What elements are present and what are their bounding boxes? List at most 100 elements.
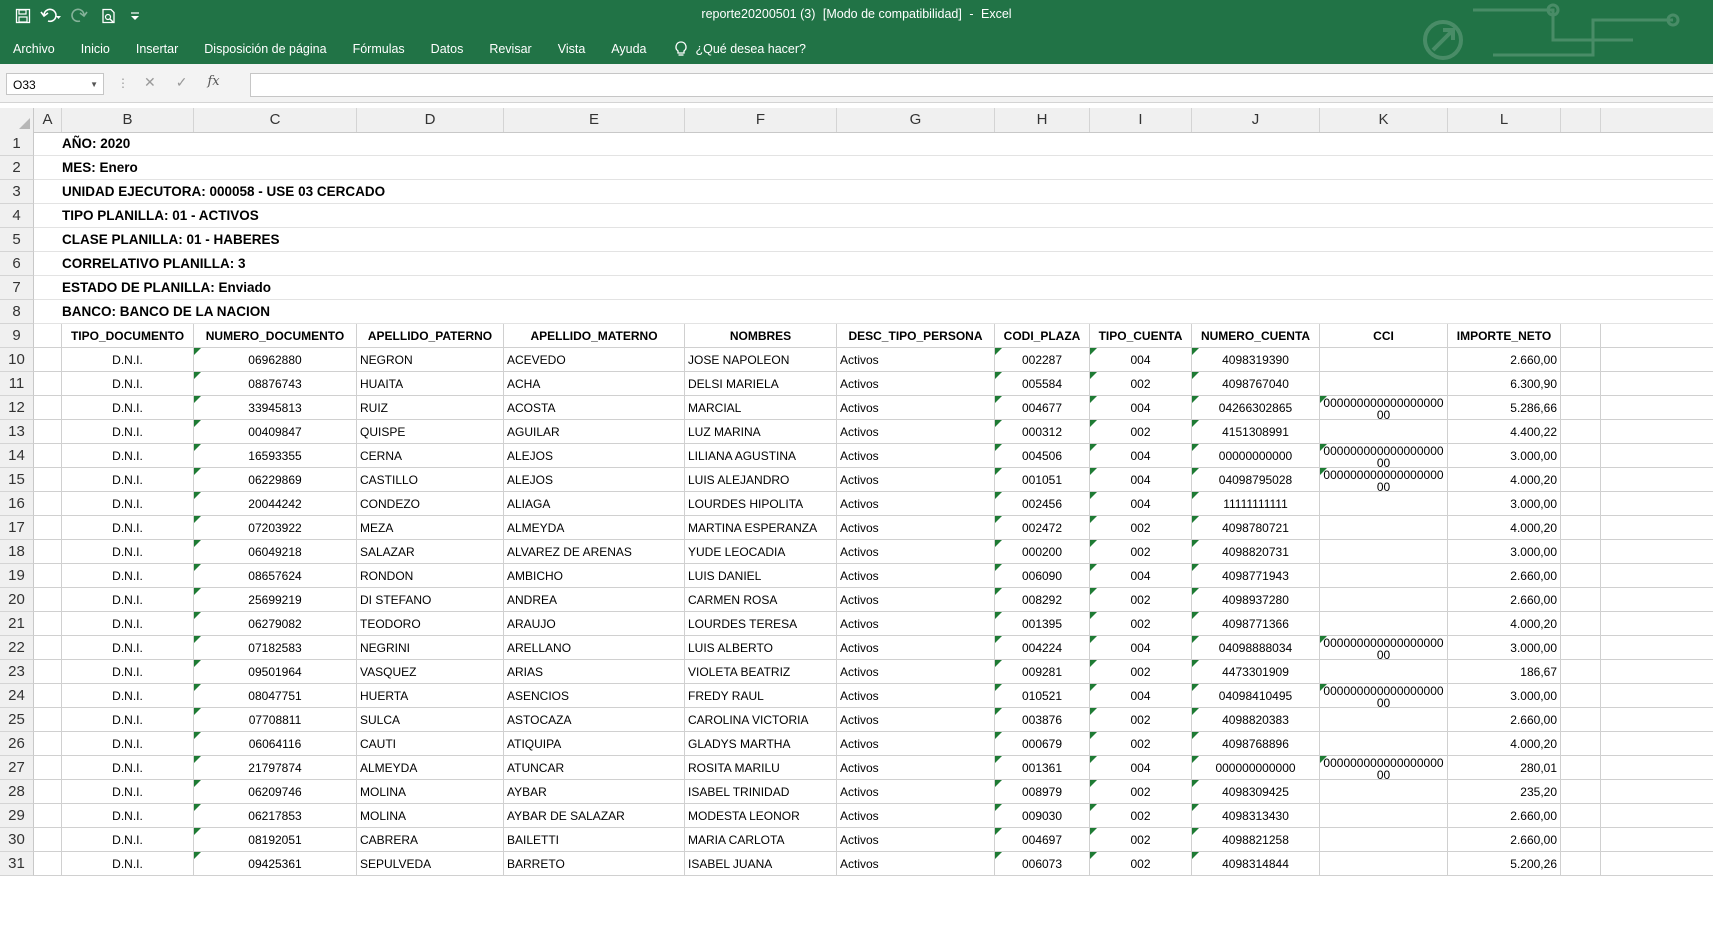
cell[interactable] — [34, 588, 62, 611]
cell[interactable]: AYBAR — [504, 780, 685, 803]
column-header-h[interactable]: H — [995, 108, 1090, 132]
cell[interactable]: 06209746 — [194, 780, 357, 803]
cell[interactable]: D.N.I. — [62, 564, 194, 587]
cell[interactable] — [1561, 708, 1601, 731]
cell[interactable]: CASTILLO — [357, 468, 504, 491]
cell[interactable]: 002287 — [995, 348, 1090, 371]
name-box[interactable]: O33 ▼ — [6, 73, 104, 95]
cell[interactable]: MOLINA — [357, 780, 504, 803]
cell[interactable]: LILIANA AGUSTINA — [685, 444, 837, 467]
cell[interactable]: 4.000,20 — [1448, 516, 1561, 539]
cell[interactable]: 002 — [1090, 516, 1192, 539]
cell[interactable] — [34, 828, 62, 851]
info-cell[interactable]: CORRELATIVO PLANILLA: 3 — [62, 252, 246, 275]
row-header[interactable]: 8 — [0, 300, 34, 324]
cell[interactable]: Activos — [837, 756, 995, 779]
cell[interactable]: 11111111111 — [1192, 492, 1320, 515]
row-header[interactable]: 9 — [0, 324, 34, 348]
cell[interactable]: 280,01 — [1448, 756, 1561, 779]
cell[interactable]: 004 — [1090, 348, 1192, 371]
cell[interactable]: D.N.I. — [62, 660, 194, 683]
cell[interactable]: 4098309425 — [1192, 780, 1320, 803]
cell[interactable]: 06229869 — [194, 468, 357, 491]
cell[interactable]: Activos — [837, 540, 995, 563]
cell[interactable]: 4.000,20 — [1448, 612, 1561, 635]
cell[interactable]: CABRERA — [357, 828, 504, 851]
row-header[interactable]: 17 — [0, 516, 34, 540]
cell[interactable]: 4098313430 — [1192, 804, 1320, 827]
column-header-d[interactable]: D — [357, 108, 504, 132]
cell[interactable]: NEGRON — [357, 348, 504, 371]
cell[interactable]: 000679 — [995, 732, 1090, 755]
cell[interactable]: 00000000000 — [1192, 444, 1320, 467]
column-title[interactable]: CCI — [1320, 324, 1448, 347]
cell[interactable]: 002 — [1090, 828, 1192, 851]
row-header[interactable]: 14 — [0, 444, 34, 468]
info-cell[interactable]: UNIDAD EJECUTORA: 000058 - USE 03 CERCAD… — [62, 180, 385, 203]
cell[interactable]: 001051 — [995, 468, 1090, 491]
cell[interactable]: 4098780721 — [1192, 516, 1320, 539]
cell[interactable]: ALIAGA — [504, 492, 685, 515]
cell[interactable]: DI STEFANO — [357, 588, 504, 611]
cell[interactable]: 002 — [1090, 612, 1192, 635]
cell[interactable]: 004 — [1090, 636, 1192, 659]
cell[interactable] — [34, 348, 62, 371]
row-header[interactable]: 21 — [0, 612, 34, 636]
cell[interactable] — [34, 636, 62, 659]
cell[interactable]: 06962880 — [194, 348, 357, 371]
tab-disposicion[interactable]: Disposición de página — [191, 42, 339, 56]
column-title[interactable]: NOMBRES — [685, 324, 837, 347]
column-header-g[interactable]: G — [837, 108, 995, 132]
cell[interactable]: 004 — [1090, 684, 1192, 707]
cell[interactable] — [1320, 372, 1448, 395]
cell[interactable]: Activos — [837, 468, 995, 491]
cell[interactable]: D.N.I. — [62, 804, 194, 827]
cell[interactable] — [34, 660, 62, 683]
column-title[interactable]: CODI_PLAZA — [995, 324, 1090, 347]
tab-vista[interactable]: Vista — [545, 42, 599, 56]
cell[interactable]: RUIZ — [357, 396, 504, 419]
cell[interactable]: D.N.I. — [62, 780, 194, 803]
cancel-icon[interactable]: ✕ — [144, 74, 156, 91]
cell[interactable]: MARCIAL — [685, 396, 837, 419]
info-cell[interactable]: TIPO PLANILLA: 01 - ACTIVOS — [62, 204, 259, 227]
cell[interactable]: 4098768896 — [1192, 732, 1320, 755]
cell[interactable]: ARAUJO — [504, 612, 685, 635]
cell[interactable]: D.N.I. — [62, 372, 194, 395]
cell[interactable] — [1320, 780, 1448, 803]
cell[interactable] — [34, 516, 62, 539]
cell[interactable]: AGUILAR — [504, 420, 685, 443]
cell[interactable] — [34, 852, 62, 875]
cell[interactable]: Activos — [837, 852, 995, 875]
cell[interactable]: MODESTA LEONOR — [685, 804, 837, 827]
cell[interactable]: 06064116 — [194, 732, 357, 755]
row-header[interactable]: 29 — [0, 804, 34, 828]
cell[interactable]: 04098888034 — [1192, 636, 1320, 659]
cell[interactable]: ATIQUIPA — [504, 732, 685, 755]
cell[interactable]: D.N.I. — [62, 588, 194, 611]
cell[interactable] — [1561, 492, 1601, 515]
cell[interactable]: 4098937280 — [1192, 588, 1320, 611]
row-header[interactable]: 25 — [0, 708, 34, 732]
cell[interactable]: 004 — [1090, 564, 1192, 587]
cell[interactable]: 002 — [1090, 780, 1192, 803]
cell[interactable]: 21797874 — [194, 756, 357, 779]
cell[interactable]: GLADYS MARTHA — [685, 732, 837, 755]
row-header[interactable]: 2 — [0, 156, 34, 180]
row-header[interactable]: 24 — [0, 684, 34, 708]
cell[interactable]: ISABEL TRINIDAD — [685, 780, 837, 803]
column-header-j[interactable]: J — [1192, 108, 1320, 132]
cell[interactable]: MARTINA ESPERANZA — [685, 516, 837, 539]
column-title[interactable]: NUMERO_CUENTA — [1192, 324, 1320, 347]
insert-function-icon[interactable]: fx — [207, 74, 219, 91]
cell[interactable]: 009281 — [995, 660, 1090, 683]
cell[interactable]: ASENCIOS — [504, 684, 685, 707]
cell[interactable]: D.N.I. — [62, 756, 194, 779]
cell[interactable] — [34, 564, 62, 587]
cell[interactable]: Activos — [837, 516, 995, 539]
cell[interactable]: 04098410495 — [1192, 684, 1320, 707]
cell[interactable]: 4473301909 — [1192, 660, 1320, 683]
cell[interactable] — [1320, 588, 1448, 611]
cell[interactable] — [1561, 804, 1601, 827]
cell[interactable]: RONDON — [357, 564, 504, 587]
